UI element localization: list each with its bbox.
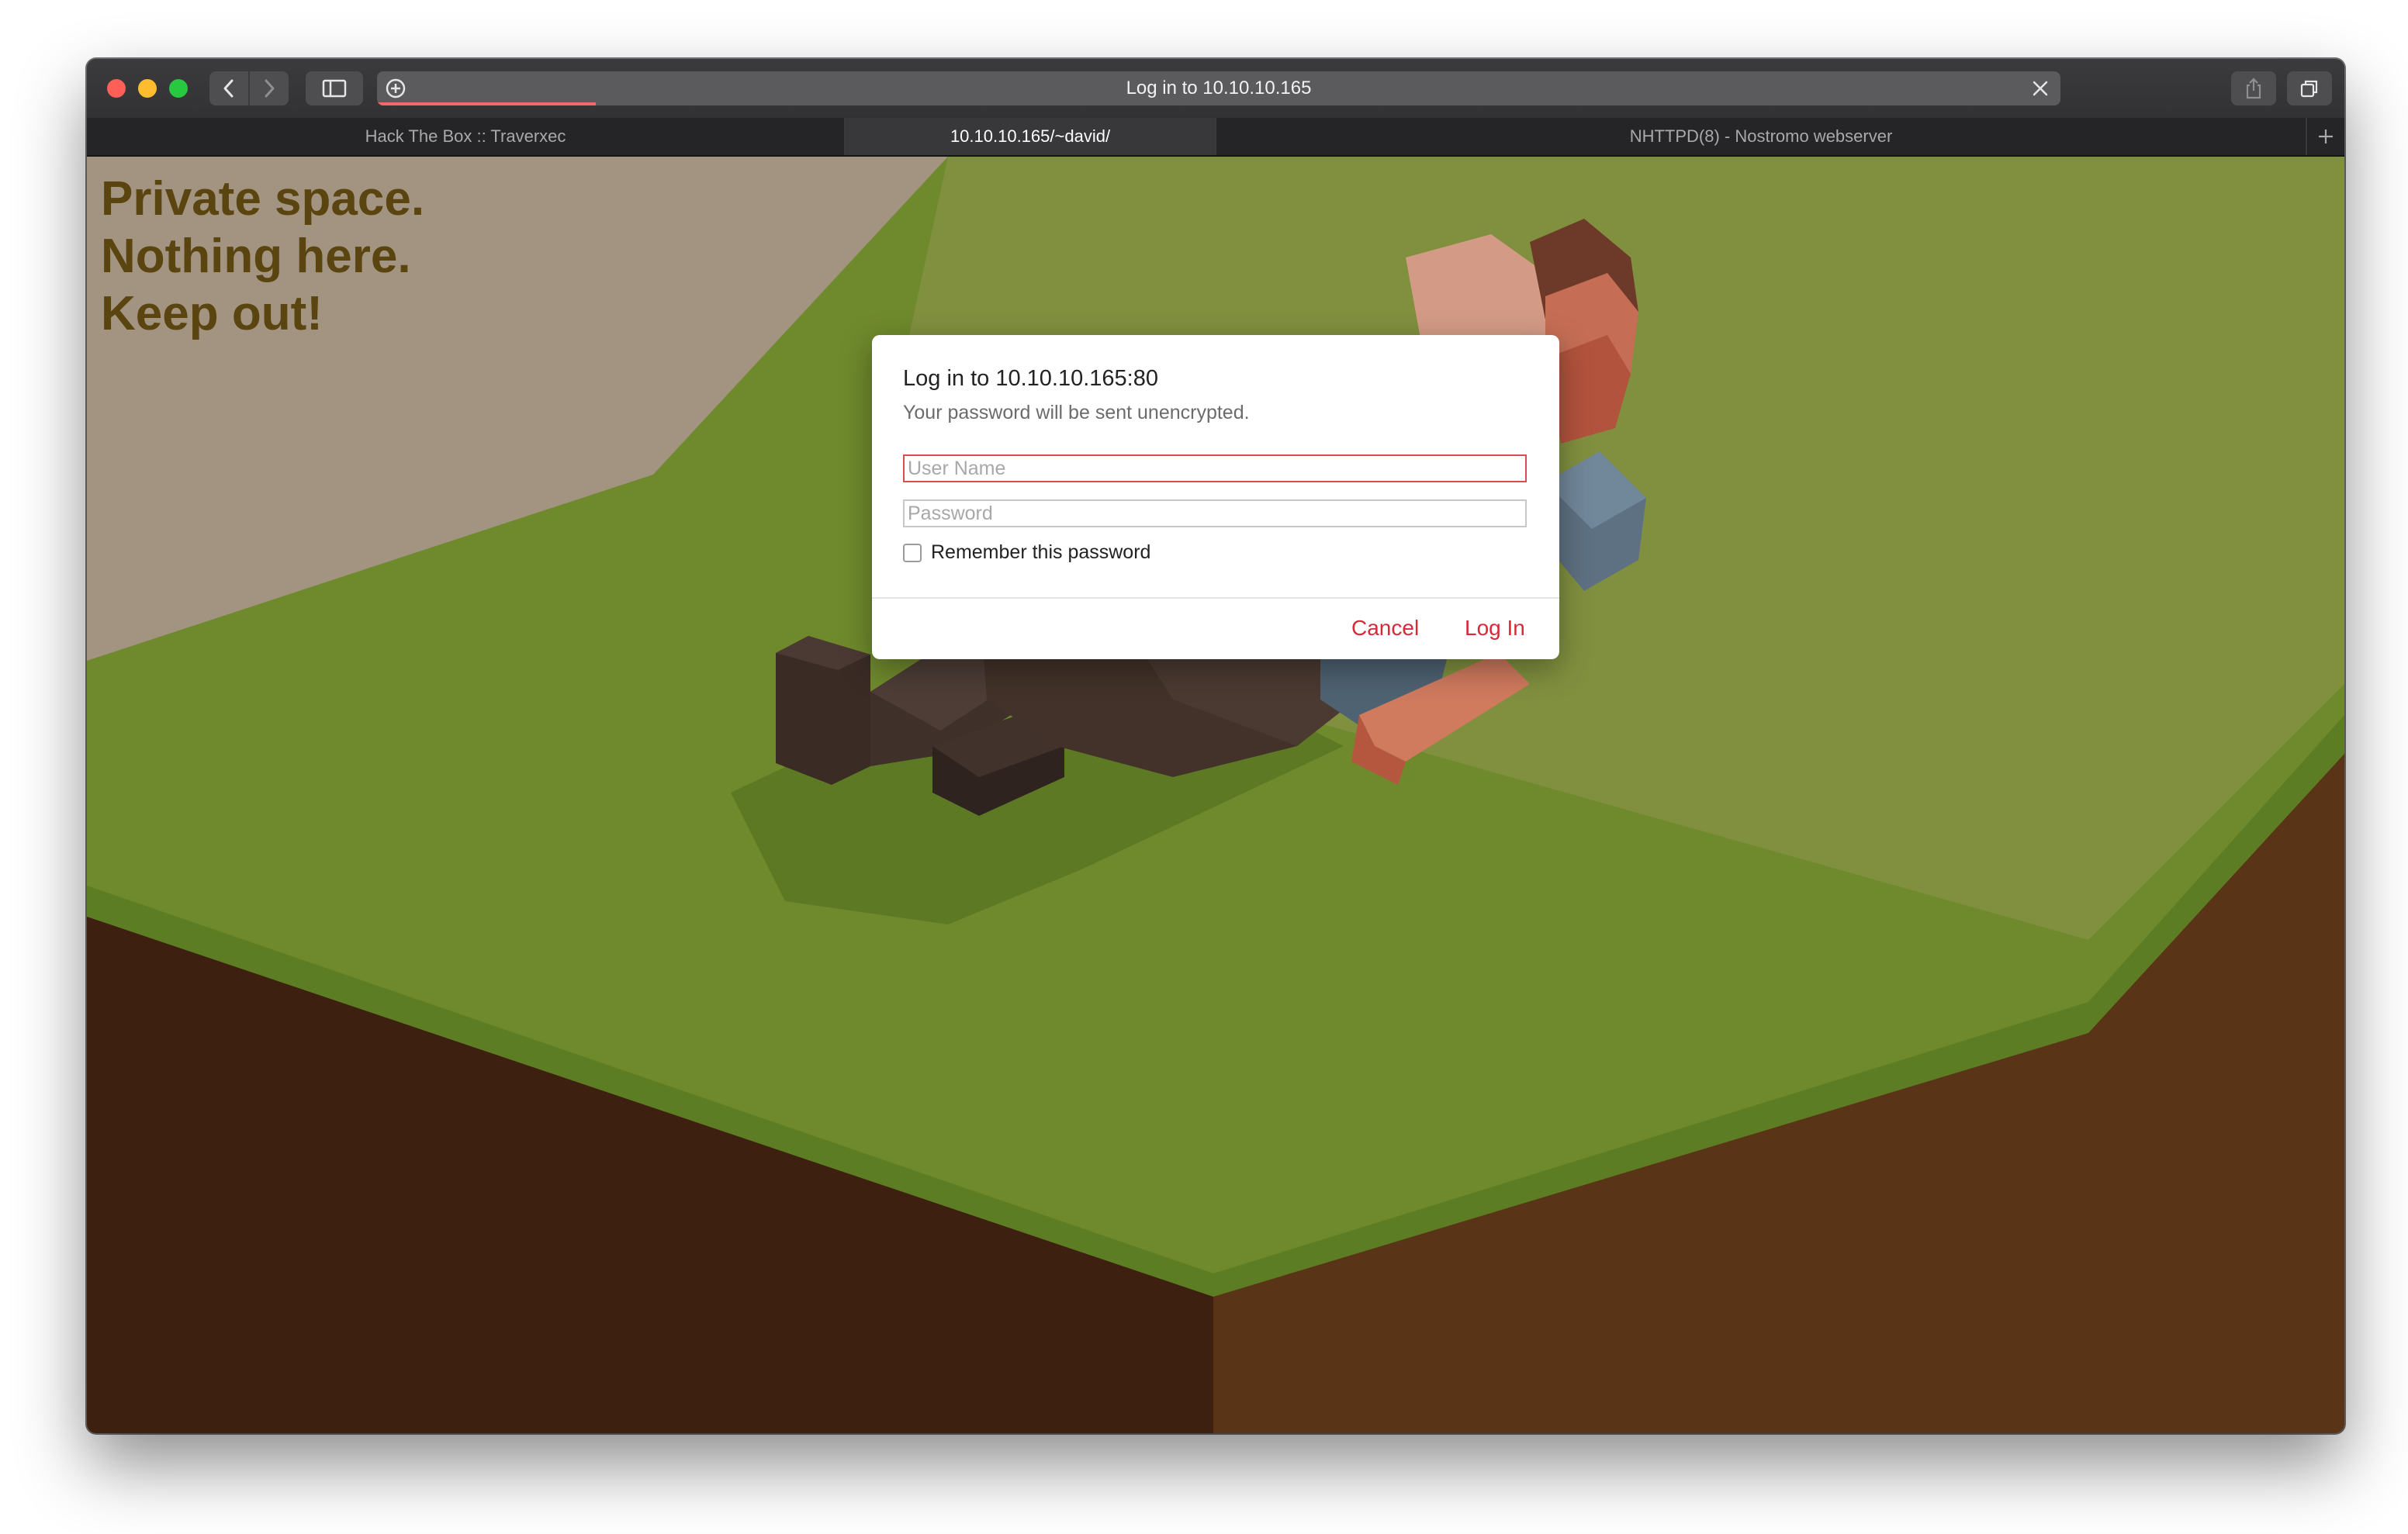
minimize-window-button[interactable] [138, 79, 157, 98]
sidebar-icon [322, 79, 347, 98]
browser-toolbar: Log in to 10.10.10.165 [87, 59, 2344, 119]
close-window-button[interactable] [107, 79, 126, 98]
tab-david[interactable]: 10.10.10.165/~david/ [846, 118, 1216, 155]
tab-nhttpd-manual[interactable]: NHTTPD(8) - Nostromo webserver [1216, 118, 2306, 155]
stop-loading-icon [2033, 81, 2048, 96]
tabs-overview-button[interactable] [2287, 71, 2332, 105]
page-load-progress [377, 102, 596, 105]
remember-password-option[interactable]: Remember this password [903, 541, 1150, 564]
browser-window: Log in to 10.10.10.165 Hack The Box :: T… [87, 59, 2344, 1433]
share-button[interactable] [2231, 71, 2276, 105]
tabs-overview-icon [2300, 80, 2318, 98]
tab-bar: Hack The Box :: Traverxec 10.10.10.165/~… [87, 118, 2344, 157]
zoom-window-button[interactable] [169, 79, 188, 98]
sidebar-button[interactable] [306, 71, 363, 105]
password-field[interactable] [903, 499, 1527, 527]
address-bar-title: Log in to 10.10.10.165 [1126, 78, 1312, 98]
remember-password-checkbox[interactable] [903, 543, 922, 562]
forward-icon [265, 79, 275, 98]
forward-button[interactable] [250, 71, 289, 105]
headline-line-1: Private space. [101, 172, 425, 226]
page-headline: Private space. Nothing here. Keep out! [101, 171, 424, 343]
headline-line-3: Keep out! [101, 287, 323, 340]
new-tab-icon [2319, 130, 2333, 143]
share-icon [2246, 78, 2261, 99]
new-tab-button[interactable] [2306, 118, 2344, 155]
dialog-title: Log in to 10.10.10.165:80 [903, 366, 1158, 391]
remember-password-label: Remember this password [931, 541, 1151, 563]
tab-hack-the-box[interactable]: Hack The Box :: Traverxec [87, 118, 846, 155]
http-auth-dialog: Log in to 10.10.10.165:80 Your password … [872, 335, 1559, 659]
dialog-divider [872, 597, 1559, 599]
headline-line-2: Nothing here. [101, 230, 411, 283]
back-icon [223, 79, 234, 98]
dialog-subtitle: Your password will be sent unencrypted. [903, 402, 1250, 423]
page-content: Private space. Nothing here. Keep out! L… [87, 157, 2344, 1433]
navigation-buttons [209, 71, 289, 105]
username-field[interactable] [903, 454, 1527, 482]
cancel-button[interactable]: Cancel [1351, 616, 1419, 641]
stop-loading-button[interactable] [2028, 76, 2053, 101]
back-button[interactable] [209, 71, 250, 105]
address-bar[interactable]: Log in to 10.10.10.165 [377, 71, 2060, 105]
login-button[interactable]: Log In [1465, 616, 1525, 641]
